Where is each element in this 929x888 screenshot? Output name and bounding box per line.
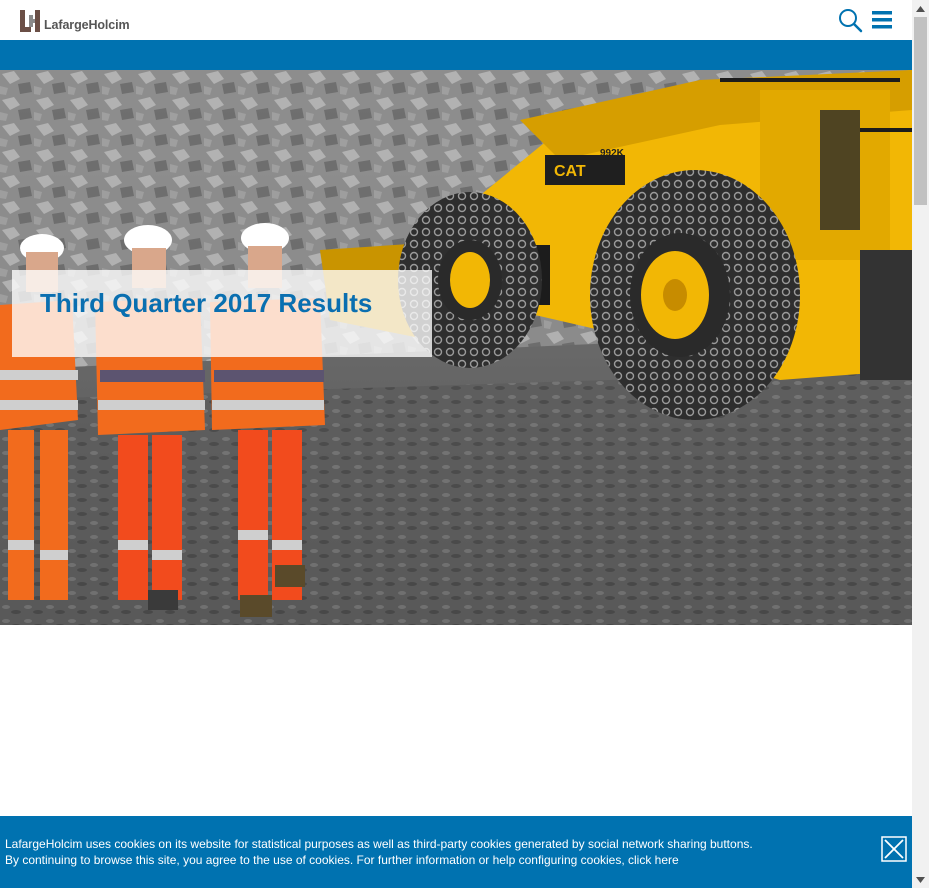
hero-banner: CAT 992K Third Quarter 2017 Results	[0, 70, 912, 625]
close-icon	[881, 836, 907, 862]
scroll-up-arrow-icon	[916, 5, 925, 12]
scroll-thumb[interactable]	[914, 17, 927, 205]
cookie-banner: LafargeHolcim uses cookies on its websit…	[0, 816, 912, 888]
site-header: LafargeHolcim	[0, 0, 912, 40]
menu-button[interactable]	[870, 8, 894, 32]
search-button[interactable]	[836, 6, 864, 34]
vertical-scrollbar[interactable]	[912, 0, 929, 888]
logo-mark-icon	[20, 10, 40, 32]
scroll-down-button[interactable]	[912, 871, 929, 888]
cookie-text-line2: By continuing to browse this site, you a…	[5, 853, 679, 867]
hero-title[interactable]: Third Quarter 2017 Results	[40, 288, 372, 319]
hamburger-menu-icon	[872, 11, 892, 29]
cookie-text-prefix: By continuing to browse this site, you a…	[5, 853, 628, 867]
truck-brand: CAT	[554, 163, 586, 180]
scroll-down-arrow-icon	[916, 876, 925, 883]
logo-text: LafargeHolcim	[44, 18, 130, 32]
cookie-close-button[interactable]	[881, 836, 907, 862]
cookie-text-line1: LafargeHolcim uses cookies on its websit…	[5, 837, 753, 851]
hero-title-box: Third Quarter 2017 Results	[12, 270, 432, 357]
nav-band	[0, 40, 912, 70]
search-icon	[839, 9, 863, 33]
lafargeholcim-logo[interactable]: LafargeHolcim	[20, 10, 130, 32]
truck-plate: 992K	[600, 148, 625, 159]
cookie-info-link[interactable]: click here	[628, 853, 679, 867]
scroll-up-button[interactable]	[912, 0, 929, 17]
page: LafargeHolcim CAT 992K Third Quarter 201…	[0, 0, 912, 888]
